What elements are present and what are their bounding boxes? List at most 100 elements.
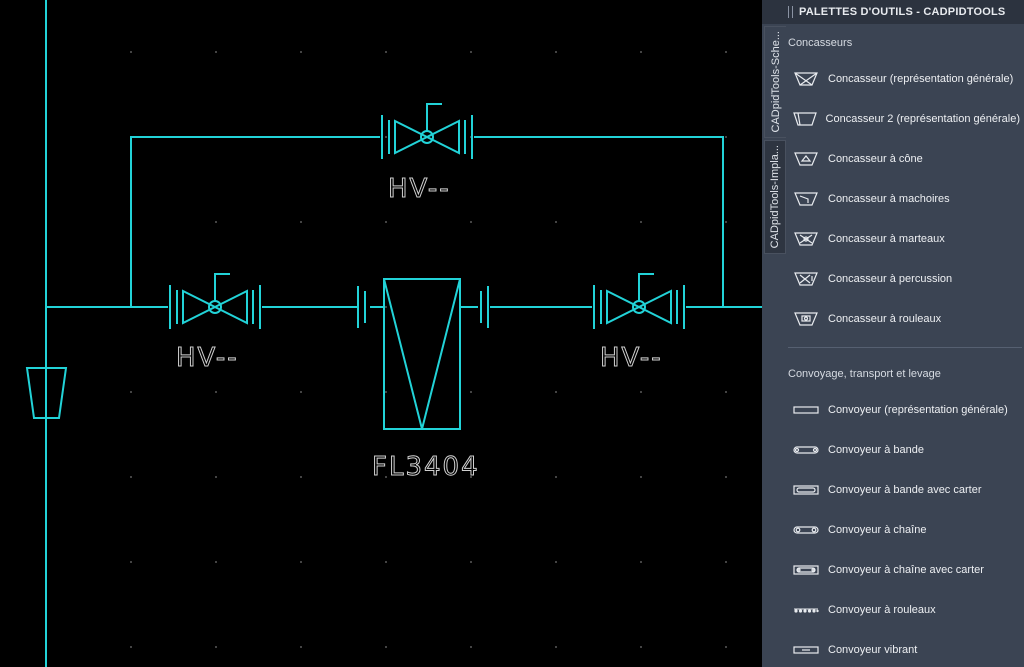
grid-dot	[300, 476, 302, 478]
grid-dot	[130, 391, 132, 393]
grid-dot	[215, 646, 217, 648]
crusher-2-icon	[792, 109, 818, 129]
tool-vibrating-conveyor[interactable]: Convoyeur vibrant	[792, 635, 1020, 665]
tab-cadpidtools-schematic[interactable]: CADpidTools-Sche...	[764, 26, 786, 138]
grid-dot	[300, 221, 302, 223]
grid-dot	[215, 561, 217, 563]
grid-dot	[555, 561, 557, 563]
palette-header[interactable]: PALETTES D'OUTILS - CADPIDTOOLS	[762, 0, 1024, 24]
grid-dot	[385, 51, 387, 53]
tab-label: CADpidTools-Impla...	[769, 145, 781, 249]
grid-dot	[470, 391, 472, 393]
tool-hammer-crusher[interactable]: Concasseur à marteaux	[792, 224, 1020, 254]
tab-label: CADpidTools-Sche...	[769, 31, 782, 133]
tool-belt-conveyor[interactable]: Convoyeur à bande	[792, 435, 1020, 465]
pid-diagram: HV-- HV-- HV-- FL3404	[25, 0, 762, 667]
grid-dot	[385, 391, 387, 393]
grid-dot	[555, 646, 557, 648]
valve-left-label: HV--	[176, 343, 239, 373]
tool-covered-chain-conveyor[interactable]: Convoyeur à chaîne avec carter	[792, 555, 1020, 585]
tool-conveyor-general[interactable]: Convoyeur (représentation générale)	[792, 395, 1020, 425]
valve-top[interactable]	[381, 103, 473, 159]
bypass-pipe-right	[474, 136, 724, 307]
grid-dot	[640, 476, 642, 478]
grid-dot	[385, 306, 387, 308]
grid-dot	[385, 646, 387, 648]
grid-dot	[555, 476, 557, 478]
tool-cone-crusher[interactable]: Concasseur à cône	[792, 144, 1020, 174]
impact-crusher-icon	[792, 269, 820, 289]
grid-dot	[555, 391, 557, 393]
belt-conveyor-icon	[792, 440, 820, 460]
grid-dot	[130, 51, 132, 53]
grid-dot	[470, 646, 472, 648]
grid-dot	[130, 646, 132, 648]
grid-dot	[470, 51, 472, 53]
vibrating-conveyor-icon	[792, 640, 820, 660]
tool-covered-belt-conveyor[interactable]: Convoyeur à bande avec carter	[792, 475, 1020, 505]
conveyor-general-icon	[792, 400, 820, 420]
grid-dot	[215, 51, 217, 53]
grid-dot	[130, 561, 132, 563]
roller-crusher-icon	[792, 309, 820, 329]
grid-dot	[640, 646, 642, 648]
grid-dot	[300, 561, 302, 563]
grid-dot	[555, 51, 557, 53]
grid-dot	[385, 136, 387, 138]
drawing-canvas[interactable]: HV-- HV-- HV-- FL3404	[0, 0, 762, 667]
crusher-general-icon	[792, 69, 820, 89]
grid-dot	[725, 51, 727, 53]
palette-title: PALETTES D'OUTILS - CADPIDTOOLS	[799, 6, 1006, 18]
grid-dot	[300, 391, 302, 393]
tool-impact-crusher[interactable]: Concasseur à percussion	[792, 264, 1020, 294]
grid-dot	[725, 646, 727, 648]
grip-handle-icon[interactable]	[788, 6, 793, 18]
tool-roller-conveyor[interactable]: Convoyeur à rouleaux	[792, 595, 1020, 625]
tool-roller-crusher[interactable]: Concasseur à rouleaux	[792, 304, 1020, 334]
grid-dot	[130, 476, 132, 478]
grid-dot	[725, 136, 727, 138]
tab-cadpidtools-implantation[interactable]: CADpidTools-Impla...	[764, 140, 786, 254]
jaw-crusher-icon	[792, 189, 820, 209]
grid-dot	[725, 221, 727, 223]
grid-dot	[725, 391, 727, 393]
tool-palette: PALETTES D'OUTILS - CADPIDTOOLS CADpidTo…	[762, 0, 1024, 667]
filter-label: FL3404	[372, 452, 480, 482]
grid-dot	[300, 51, 302, 53]
grid-dot	[640, 391, 642, 393]
grid-dot	[725, 561, 727, 563]
bypass-pipe-left	[130, 136, 380, 307]
valve-right-label: HV--	[600, 343, 663, 373]
grid-dot	[640, 51, 642, 53]
grid-dot	[385, 561, 387, 563]
tool-jaw-crusher[interactable]: Concasseur à machoires	[792, 184, 1020, 214]
section-title-conveying: Convoyage, transport et levage	[788, 368, 941, 380]
filter-fl3404[interactable]	[357, 278, 489, 430]
grid-dot	[300, 646, 302, 648]
section-divider	[788, 347, 1022, 348]
section-title-crushers: Concasseurs	[788, 37, 853, 49]
valve-top-label: HV--	[388, 174, 451, 204]
valve-left[interactable]	[169, 273, 261, 329]
covered-belt-conveyor-icon	[792, 480, 820, 500]
tool-crusher-general[interactable]: Concasseur (représentation générale)	[792, 64, 1020, 94]
hammer-crusher-icon	[792, 229, 820, 249]
grid-dot	[725, 476, 727, 478]
grid-dot	[470, 221, 472, 223]
grid-dot	[385, 221, 387, 223]
roller-conveyor-icon	[792, 600, 820, 620]
grid-dot	[215, 221, 217, 223]
grid-dot	[215, 391, 217, 393]
grid-dot	[640, 561, 642, 563]
grid-dot	[555, 221, 557, 223]
grid-dot	[215, 476, 217, 478]
palette-content: Concasseurs Concasseur (représentation g…	[786, 24, 1024, 667]
covered-chain-conveyor-icon	[792, 560, 820, 580]
tool-chain-conveyor[interactable]: Convoyeur à chaîne	[792, 515, 1020, 545]
chain-conveyor-icon	[792, 520, 820, 540]
grid-dot	[470, 561, 472, 563]
tool-crusher-2[interactable]: Concasseur 2 (représentation générale)	[792, 104, 1020, 134]
valve-right[interactable]	[593, 273, 685, 329]
grid-dot	[640, 221, 642, 223]
cone-crusher-icon	[792, 149, 820, 169]
